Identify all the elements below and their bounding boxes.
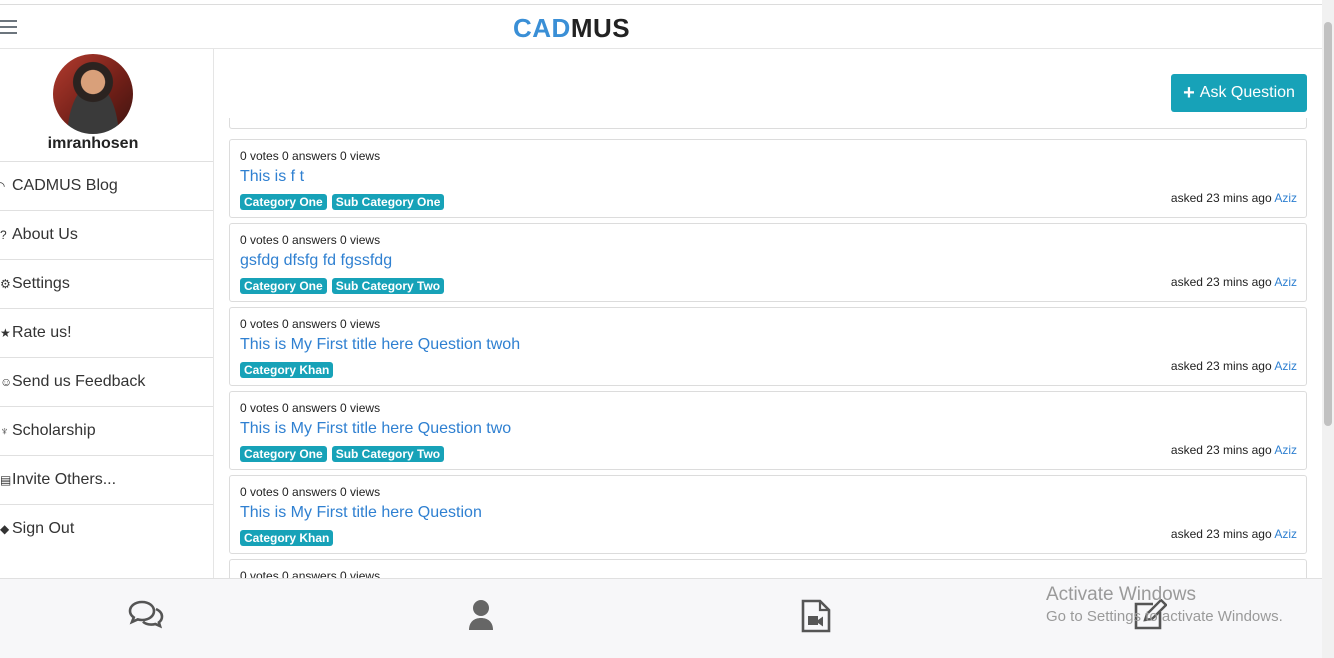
logo-part-1: CAD	[513, 13, 571, 43]
category-tag[interactable]: Category Khan	[240, 362, 334, 378]
sidebar-item-label: Rate us!	[12, 324, 72, 341]
sidebar-item-label: Send us Feedback	[12, 373, 146, 390]
category-tag[interactable]: Category One	[240, 278, 327, 294]
question-stats: 0 votes 0 answers 0 views	[240, 149, 381, 163]
question-meta: asked 23 mins ago Aziz	[1171, 359, 1297, 373]
sidebar-item-about-us[interactable]: ? About Us	[0, 210, 213, 259]
main-content: + Ask Question 0 votes 0 answers 0 views…	[214, 49, 1322, 579]
asked-time: asked 23 mins ago	[1170, 443, 1272, 457]
question-tags: Category One Sub Category Two	[240, 446, 445, 462]
empty-card	[229, 118, 1307, 129]
ask-question-button[interactable]: + Ask Question	[1171, 74, 1307, 112]
logo-part-2: MUS	[570, 13, 631, 43]
question-meta: asked 23 mins ago Aziz	[1171, 443, 1297, 457]
edit-icon[interactable]	[1133, 598, 1168, 636]
question-stats: 0 votes 0 answers 0 views	[240, 233, 381, 247]
question-title-link[interactable]: This is My First title here Question two	[240, 420, 511, 438]
sidebar-item-sign-out[interactable]: ◆ Sign Out	[0, 504, 213, 553]
category-tag[interactable]: Category One	[240, 194, 327, 210]
star-icon: ★	[0, 326, 11, 340]
comment-icon: ☺	[0, 375, 13, 389]
trophy-icon: ♆	[0, 424, 9, 438]
avatar[interactable]	[53, 54, 133, 134]
question-card: 0 votes 0 answers 0 views gsfdg dfsfg fd …	[229, 223, 1307, 302]
category-tag[interactable]: Sub Category Two	[331, 278, 445, 294]
question-stats: 0 votes 0 answers 0 views	[240, 485, 381, 499]
sidebar-item-scholarship[interactable]: ♆ Scholarship	[0, 406, 213, 455]
question-card: 0 votes 0 answers 0 views	[229, 559, 1307, 579]
question-meta: asked 23 mins ago Aziz	[1171, 275, 1297, 289]
question-card: 0 votes 0 answers 0 views This is My Firs…	[229, 475, 1307, 554]
app-logo[interactable]: CADMUS	[513, 13, 630, 44]
question-title-link[interactable]: gsfdg dfsfg fd fgssfdg	[240, 252, 392, 270]
category-tag[interactable]: Sub Category One	[331, 194, 445, 210]
question-tags: Category One Sub Category Two	[240, 278, 445, 294]
user-icon[interactable]	[468, 599, 494, 636]
asked-time: asked 23 mins ago	[1170, 191, 1272, 205]
sidebar-item-label: Settings	[12, 275, 70, 292]
question-tags: Category Khan	[240, 362, 334, 378]
asked-time: asked 23 mins ago	[1170, 527, 1272, 541]
question-card: 0 votes 0 answers 0 views This is My Firs…	[229, 391, 1307, 470]
sidebar-item-label: Invite Others...	[12, 471, 117, 488]
sidebar-username[interactable]: imranhosen	[0, 135, 186, 153]
top-navbar: CADMUS	[0, 4, 1322, 49]
asked-time: asked 23 mins ago	[1170, 275, 1272, 289]
address-book-icon: ▤	[0, 473, 12, 487]
sidebar-menu: ◝ CADMUS Blog? About Us ⚙ Settings ★ Rate us! ☺…	[0, 161, 213, 553]
comments-icon[interactable]	[128, 599, 164, 634]
question-circle-icon: ?	[0, 228, 7, 242]
question-author-link[interactable]: Aziz	[1274, 359, 1297, 373]
question-meta: asked 23 mins ago Aziz	[1171, 527, 1297, 541]
question-author-link[interactable]: Aziz	[1274, 443, 1297, 457]
bottom-navbar	[0, 578, 1322, 658]
sidebar-item-send-us-feedback[interactable]: ☺ Send us Feedback	[0, 357, 213, 406]
video-file-icon[interactable]	[801, 599, 831, 638]
question-tags: Category Khan	[240, 530, 334, 546]
sidebar-item-cadmus-blog[interactable]: ◝ CADMUS Blog	[0, 161, 213, 210]
category-tag[interactable]: Category One	[240, 446, 327, 462]
sidebar-item-label: Scholarship	[12, 422, 96, 439]
sidebar: imranhosen ◝ CADMUS Blog? About Us ⚙ Setting…	[0, 49, 214, 579]
question-card: 0 votes 0 answers 0 views This is My Firs…	[229, 307, 1307, 386]
hamburger-menu-icon[interactable]	[0, 20, 17, 34]
plus-icon: +	[1183, 82, 1195, 104]
page-scrollbar[interactable]	[1322, 0, 1334, 658]
question-author-link[interactable]: Aziz	[1274, 191, 1297, 205]
sidebar-item-label: About Us	[12, 226, 78, 243]
rss-icon: ◝	[0, 179, 5, 193]
scrollbar-thumb[interactable]	[1324, 22, 1332, 426]
question-title-link[interactable]: This is f t	[240, 168, 304, 186]
sidebar-item-label: CADMUS Blog	[12, 177, 118, 194]
question-author-link[interactable]: Aziz	[1274, 275, 1297, 289]
question-stats: 0 votes 0 answers 0 views	[240, 401, 381, 415]
question-tags: Category One Sub Category One	[240, 194, 445, 210]
question-card: 0 votes 0 answers 0 views This is f t Cate…	[229, 139, 1307, 218]
category-tag[interactable]: Sub Category Two	[331, 446, 445, 462]
sidebar-item-invite-others[interactable]: ▤ Invite Others...	[0, 455, 213, 504]
category-tag[interactable]: Category Khan	[240, 530, 334, 546]
ask-question-label: Ask Question	[1199, 84, 1295, 101]
sidebar-item-rate-us[interactable]: ★ Rate us!	[0, 308, 213, 357]
question-meta: asked 23 mins ago Aziz	[1171, 191, 1297, 205]
cogs-icon: ⚙	[0, 277, 11, 291]
sidebar-item-label: Sign Out	[12, 520, 75, 537]
sidebar-item-settings[interactable]: ⚙ Settings	[0, 259, 213, 308]
question-title-link[interactable]: This is My First title here Question two…	[240, 336, 520, 354]
question-title-link[interactable]: This is My First title here Question	[240, 504, 482, 522]
question-stats: 0 votes 0 answers 0 views	[240, 317, 381, 331]
asked-time: asked 23 mins ago	[1170, 359, 1272, 373]
question-author-link[interactable]: Aziz	[1274, 527, 1297, 541]
sign-out-icon: ◆	[0, 522, 10, 536]
